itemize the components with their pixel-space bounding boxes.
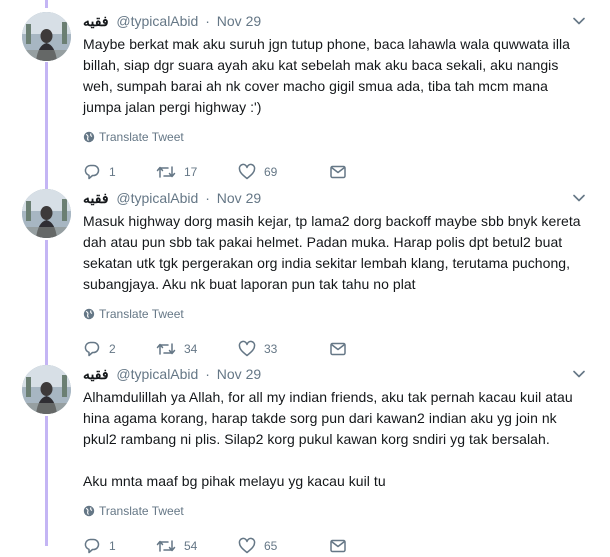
reply-count: 1 <box>109 539 116 553</box>
tweet-text: Maybe berkat mak aku suruh jgn tutup pho… <box>83 36 570 115</box>
chevron-down-icon[interactable] <box>570 12 588 30</box>
thread-line <box>45 416 48 546</box>
retweet-icon <box>156 343 176 355</box>
retweet-button[interactable]: 54 <box>156 537 238 555</box>
retweet-count: 54 <box>184 539 198 553</box>
reply-button[interactable]: 2 <box>83 340 156 358</box>
retweet-button[interactable]: 17 <box>156 163 238 181</box>
retweet-button[interactable]: 34 <box>156 340 238 358</box>
author-handle[interactable]: @typicalAbid <box>116 13 198 29</box>
reply-button[interactable]: 1 <box>83 163 156 181</box>
reply-button[interactable]: 1 <box>83 537 156 555</box>
separator-dot: · <box>205 190 210 206</box>
like-icon <box>238 163 256 180</box>
chevron-down-icon[interactable] <box>570 189 588 207</box>
author-handle[interactable]: @typicalAbid <box>116 366 198 382</box>
separator-dot: · <box>205 366 210 382</box>
message-icon <box>330 539 346 553</box>
retweet-count: 34 <box>184 342 198 356</box>
globe-icon <box>83 308 95 320</box>
tweet-date[interactable]: Nov 29 <box>217 190 261 206</box>
thread-line <box>45 0 48 8</box>
author-name[interactable]: فقيه <box>83 366 109 382</box>
thread-line <box>45 240 48 368</box>
globe-icon <box>83 505 95 517</box>
direct-message-button[interactable] <box>329 164 347 180</box>
tweet-date[interactable]: Nov 29 <box>217 366 261 382</box>
direct-message-button[interactable] <box>329 341 347 357</box>
like-count: 33 <box>264 342 278 356</box>
tweet-actions: 2 34 33 <box>83 338 588 360</box>
author-name[interactable]: فقيه <box>83 13 109 29</box>
direct-message-button[interactable] <box>329 538 347 554</box>
like-button[interactable]: 65 <box>238 537 329 555</box>
translate-label: Translate Tweet <box>99 307 184 321</box>
like-count: 65 <box>264 539 278 553</box>
like-icon <box>238 340 256 357</box>
translate-tweet-link[interactable]: Translate Tweet <box>83 503 588 519</box>
globe-icon <box>83 131 95 143</box>
message-icon <box>330 342 346 356</box>
tweet-actions: 1 54 65 <box>83 535 588 557</box>
tweet-text: Masuk highway dorg masih kejar, tp lama2… <box>83 213 581 292</box>
reply-icon <box>84 164 100 180</box>
translate-tweet-link[interactable]: Translate Tweet <box>83 306 588 322</box>
translate-label: Translate Tweet <box>99 130 184 144</box>
thread-line <box>45 62 48 190</box>
tweet-text: Alhamdulillah ya Allah, for all my india… <box>83 389 573 489</box>
like-button[interactable]: 33 <box>238 340 329 358</box>
tweet-date[interactable]: Nov 29 <box>217 13 261 29</box>
retweet-icon <box>156 540 176 552</box>
like-icon <box>238 537 256 554</box>
reply-icon <box>84 341 100 357</box>
translate-tweet-link[interactable]: Translate Tweet <box>83 129 588 145</box>
tweet-actions: 1 17 69 <box>83 161 588 183</box>
reply-count: 1 <box>109 165 116 179</box>
reply-icon <box>84 538 100 554</box>
chevron-down-icon[interactable] <box>570 365 588 383</box>
avatar[interactable] <box>22 12 71 61</box>
author-name[interactable]: فقيه <box>83 190 109 206</box>
reply-count: 2 <box>109 342 116 356</box>
retweet-count: 17 <box>184 165 198 179</box>
like-count: 69 <box>264 165 278 179</box>
avatar[interactable] <box>22 189 71 238</box>
translate-label: Translate Tweet <box>99 504 184 518</box>
message-icon <box>330 165 346 179</box>
author-handle[interactable]: @typicalAbid <box>116 190 198 206</box>
separator-dot: · <box>205 13 210 29</box>
avatar[interactable] <box>22 365 71 414</box>
retweet-icon <box>156 166 176 178</box>
like-button[interactable]: 69 <box>238 163 329 181</box>
